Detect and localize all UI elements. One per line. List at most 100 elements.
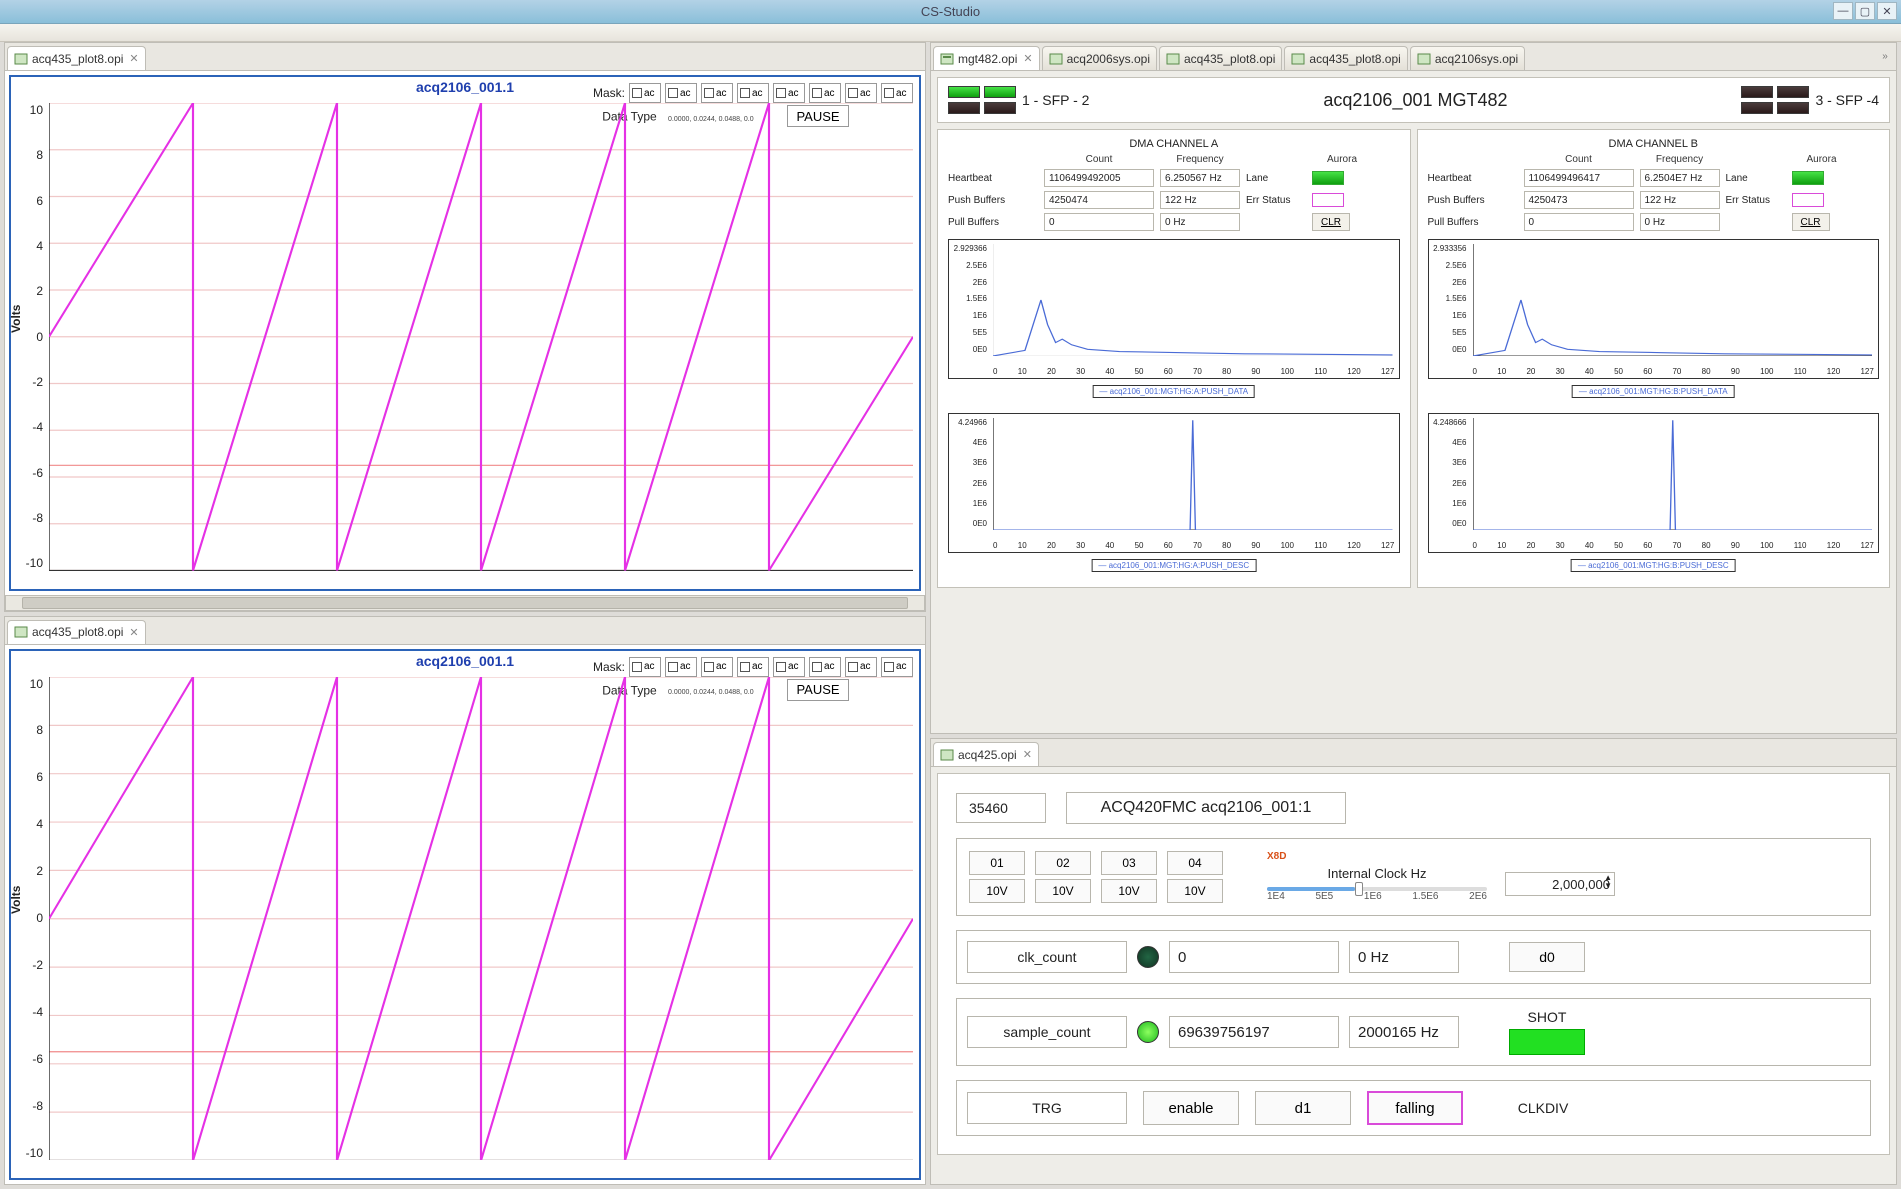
tab-acq425[interactable]: acq425.opi ✕ bbox=[933, 742, 1039, 766]
mask-checkbox-7[interactable]: ac bbox=[881, 83, 913, 103]
dma-channel-b: DMA CHANNEL B Count Frequency Aurora Hea… bbox=[1417, 129, 1891, 588]
tab-acq435-plot8-a[interactable]: acq435_plot8.opi bbox=[1159, 46, 1282, 70]
plot-legend: acq2106_001:MGT:HG:A:PUSH_DATA bbox=[1092, 385, 1255, 398]
channel-04-range[interactable]: 10V bbox=[1167, 879, 1223, 903]
mask-checkbox-5[interactable]: ac bbox=[809, 83, 841, 103]
tab-acq2106sys[interactable]: acq2106sys.opi bbox=[1410, 46, 1525, 70]
tab-acq435-plot8-b[interactable]: acq435_plot8.opi bbox=[1284, 46, 1407, 70]
window-title: CS-Studio bbox=[921, 4, 980, 19]
clk-count-indicator bbox=[1137, 946, 1159, 968]
led-icon bbox=[1777, 86, 1809, 98]
push-freq: 122 Hz bbox=[1160, 191, 1240, 209]
opi-icon bbox=[1049, 52, 1063, 66]
opi-icon bbox=[940, 52, 954, 66]
plot-pane-lower: acq435_plot8.opi ✕ acq2106_001.1 Mask: a… bbox=[4, 616, 926, 1186]
mask-checkbox-3[interactable]: ac bbox=[737, 83, 769, 103]
bottom-left-pane: acq425.opi ✕ 35460 ACQ420FMC acq2106_001… bbox=[930, 738, 1897, 1185]
mgt-header: 1 - SFP - 2 acq2106_001 MGT482 3 - SFP -… bbox=[937, 77, 1890, 123]
clk-count-hz: 0 Hz bbox=[1349, 941, 1459, 973]
tab-acq2006sys[interactable]: acq2006sys.opi bbox=[1042, 46, 1157, 70]
plot-legend: acq2106_001:MGT:HG:A:PUSH_DESC bbox=[1091, 559, 1256, 572]
channel-02-button[interactable]: 02 bbox=[1035, 851, 1091, 875]
push-count: 4250473 bbox=[1524, 191, 1634, 209]
led-icon bbox=[984, 102, 1016, 114]
tab-mgt482[interactable]: mgt482.opi ✕ bbox=[933, 46, 1040, 70]
pull-freq: 0 Hz bbox=[1640, 213, 1720, 231]
opi-icon bbox=[1417, 52, 1431, 66]
opi-icon bbox=[14, 52, 28, 66]
plot-area[interactable] bbox=[49, 677, 913, 1161]
sample-count-indicator bbox=[1137, 1021, 1159, 1043]
trg-edge-button[interactable]: falling bbox=[1367, 1091, 1463, 1125]
mask-checkbox-5[interactable]: ac bbox=[809, 657, 841, 677]
trg-d-button[interactable]: d1 bbox=[1255, 1091, 1351, 1125]
spinner-arrows-icon[interactable]: ▲▼ bbox=[1604, 874, 1612, 890]
channel-02-range[interactable]: 10V bbox=[1035, 879, 1091, 903]
err-status-indicator bbox=[1312, 193, 1344, 207]
maximize-button[interactable]: ▢ bbox=[1855, 2, 1875, 20]
plot-area[interactable] bbox=[49, 103, 913, 571]
led-icon bbox=[948, 102, 980, 114]
menubar bbox=[0, 24, 1901, 42]
opi-icon bbox=[1166, 52, 1180, 66]
heartbeat-count: 1106499492005 bbox=[1044, 169, 1154, 187]
horizontal-scrollbar[interactable] bbox=[5, 595, 925, 611]
minimize-button[interactable]: — bbox=[1833, 2, 1853, 20]
trg-enable-button[interactable]: enable bbox=[1143, 1091, 1239, 1125]
shot-label: SHOT bbox=[1509, 1009, 1585, 1025]
opi-icon bbox=[14, 625, 28, 639]
flag-label: X8D bbox=[1267, 851, 1615, 862]
plot-title: acq2106_001.1 bbox=[416, 79, 514, 95]
clr-button[interactable]: CLR bbox=[1792, 213, 1830, 231]
overflow-chevron-icon[interactable]: » bbox=[1878, 47, 1892, 65]
mask-checkbox-6[interactable]: ac bbox=[845, 83, 877, 103]
dma-b-push-data-plot[interactable]: 2.9333562.5E6 2E61.5E6 1E65E5 0E0 bbox=[1428, 239, 1880, 379]
led-icon bbox=[984, 86, 1016, 98]
mask-checkbox-4[interactable]: ac bbox=[773, 657, 805, 677]
led-icon bbox=[1741, 102, 1773, 114]
mask-checkbox-7[interactable]: ac bbox=[881, 657, 913, 677]
channel-03-range[interactable]: 10V bbox=[1101, 879, 1157, 903]
mask-checkbox-6[interactable]: ac bbox=[845, 657, 877, 677]
clock-slider[interactable] bbox=[1267, 887, 1487, 891]
sample-count-hz: 2000165 Hz bbox=[1349, 1016, 1459, 1048]
trg-label: TRG bbox=[967, 1092, 1127, 1124]
tab-plot-lower[interactable]: acq435_plot8.opi ✕ bbox=[7, 620, 146, 644]
led-icon bbox=[1741, 86, 1773, 98]
plot-frame: acq2106_001.1 Mask: ac ac ac ac ac ac ac… bbox=[9, 649, 921, 1181]
mask-checkbox-3[interactable]: ac bbox=[737, 657, 769, 677]
mask-checkbox-2[interactable]: ac bbox=[701, 657, 733, 677]
mask-checkbox-4[interactable]: ac bbox=[773, 83, 805, 103]
channel-grid: 01 10V 02 10V 03 10V 04 bbox=[969, 851, 1223, 903]
mask-checkbox-1[interactable]: ac bbox=[665, 83, 697, 103]
device-title: ACQ420FMC acq2106_001:1 bbox=[1066, 792, 1346, 824]
channel-03-button[interactable]: 03 bbox=[1101, 851, 1157, 875]
dma-a-push-desc-plot[interactable]: 4.24966 4E6 3E6 2E6 1E6 0E0 bbox=[948, 413, 1400, 553]
close-icon[interactable]: ✕ bbox=[129, 626, 138, 639]
plot-frame: acq2106_001.1 Mask: ac ac ac ac ac ac ac… bbox=[9, 75, 921, 591]
lane-up-indicator bbox=[1312, 171, 1344, 185]
mask-checkbox-1[interactable]: ac bbox=[665, 657, 697, 677]
mask-checkbox-0[interactable]: ac bbox=[629, 657, 661, 677]
channel-01-range[interactable]: 10V bbox=[969, 879, 1025, 903]
close-icon[interactable]: ✕ bbox=[1023, 748, 1032, 761]
tab-plot-upper[interactable]: acq435_plot8.opi ✕ bbox=[7, 46, 146, 70]
close-icon[interactable]: ✕ bbox=[1023, 52, 1032, 65]
clock-spinner[interactable]: 2,000,000 ▲▼ bbox=[1505, 872, 1615, 896]
shot-indicator bbox=[1509, 1029, 1585, 1055]
push-freq: 122 Hz bbox=[1640, 191, 1720, 209]
mask-checkbox-0[interactable]: ac bbox=[629, 83, 661, 103]
opi-icon bbox=[940, 748, 954, 762]
clr-button[interactable]: CLR bbox=[1312, 213, 1350, 231]
dma-b-push-desc-plot[interactable]: 4.2486664E6 3E62E6 1E60E0 bbox=[1428, 413, 1880, 553]
err-status-indicator bbox=[1792, 193, 1824, 207]
close-button[interactable]: ✕ bbox=[1877, 2, 1897, 20]
close-icon[interactable]: ✕ bbox=[129, 52, 138, 65]
dma-a-push-data-plot[interactable]: 2.929366 2.5E6 2E6 1.5E6 1E6 5E5 0E0 bbox=[948, 239, 1400, 379]
mask-checkbox-2[interactable]: ac bbox=[701, 83, 733, 103]
heartbeat-freq: 6.250567 Hz bbox=[1160, 169, 1240, 187]
channel-04-button[interactable]: 04 bbox=[1167, 851, 1223, 875]
channel-01-button[interactable]: 01 bbox=[969, 851, 1025, 875]
pull-freq: 0 Hz bbox=[1160, 213, 1240, 231]
d0-button[interactable]: d0 bbox=[1509, 942, 1585, 972]
